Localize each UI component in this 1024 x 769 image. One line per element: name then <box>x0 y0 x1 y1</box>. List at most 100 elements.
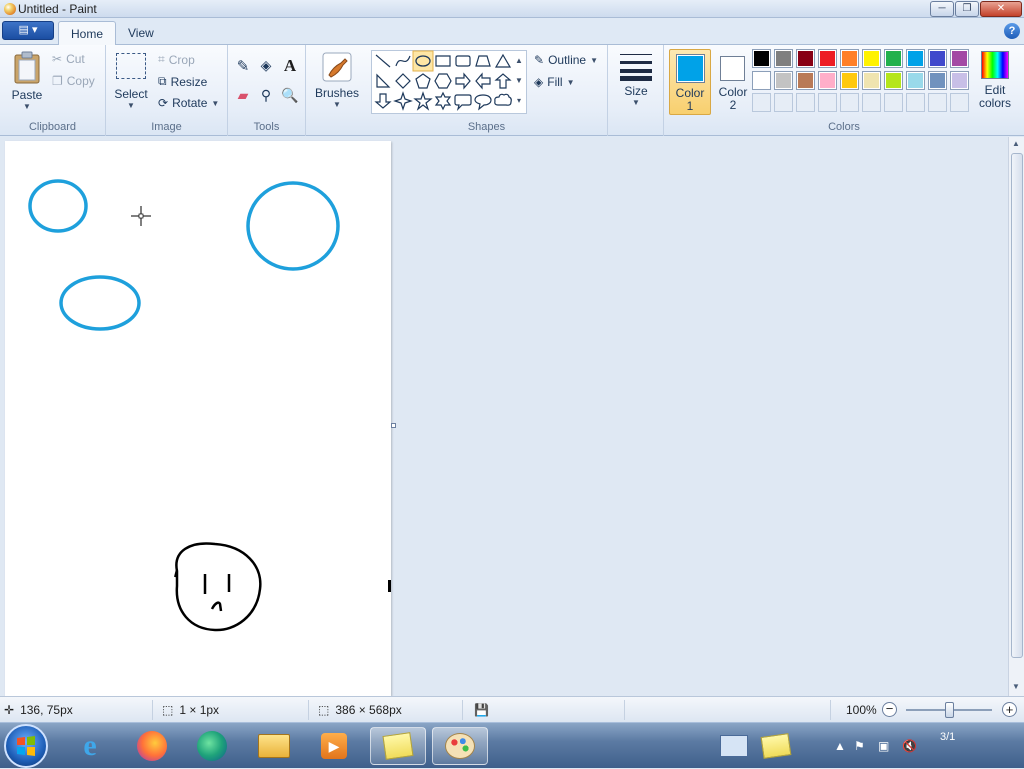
custom-color-slot[interactable] <box>818 93 837 112</box>
shapes-scroll[interactable]: ▲ ▼ ▾ <box>513 51 525 113</box>
copy-button[interactable]: ❐ Copy <box>52 74 95 88</box>
outline-button[interactable]: ✎ Outline ▼ <box>534 53 598 67</box>
custom-color-slot[interactable] <box>752 93 771 112</box>
paste-button[interactable]: Paste ▼ <box>8 51 46 117</box>
rounded-callout-shape-icon[interactable] <box>454 94 472 111</box>
tab-home[interactable]: Home <box>58 21 117 45</box>
size-button[interactable]: Size ▼ <box>618 51 654 117</box>
maximize-button[interactable]: ❐ <box>955 1 979 17</box>
drawing-canvas[interactable] <box>5 141 391 696</box>
eraser-icon[interactable]: ▰ <box>233 87 253 107</box>
palette-swatch[interactable] <box>752 71 771 90</box>
palette-swatch[interactable] <box>928 71 947 90</box>
four-point-star-shape-icon[interactable] <box>393 91 413 111</box>
system-clock[interactable]: 3/1 <box>940 729 955 745</box>
palette-swatch[interactable] <box>862 71 881 90</box>
palette-swatch[interactable] <box>928 49 947 68</box>
polygon-shape-icon[interactable] <box>475 55 491 67</box>
rotate-button[interactable]: ⟳ Rotate ▼ <box>158 96 219 110</box>
tray-sticky-notes-icon[interactable] <box>760 733 792 759</box>
palette-swatch[interactable] <box>818 49 837 68</box>
palette-swatch[interactable] <box>796 49 815 68</box>
line-shape-icon[interactable] <box>375 54 391 68</box>
vertical-scrollbar[interactable]: ▲ ▼ <box>1008 137 1024 696</box>
fill-bucket-icon[interactable]: ◈ <box>256 57 276 77</box>
down-arrow-shape-icon[interactable] <box>374 93 392 109</box>
six-point-star-shape-icon[interactable] <box>434 91 452 111</box>
curve-shape-icon[interactable] <box>395 55 411 67</box>
taskbar-sticky-notes[interactable] <box>370 727 426 765</box>
tray-window-icon[interactable] <box>720 735 748 757</box>
volume-muted-icon[interactable]: 🔇 <box>902 739 917 753</box>
minimize-button[interactable]: ─ <box>930 1 954 17</box>
color2-button[interactable]: Color 2 <box>712 49 754 115</box>
palette-swatch[interactable] <box>818 71 837 90</box>
taskbar-firefox[interactable] <box>124 727 180 765</box>
canvas-resize-handle-right[interactable] <box>391 423 396 428</box>
fill-button[interactable]: ◈ Fill ▼ <box>534 75 574 89</box>
help-icon[interactable]: ? <box>1004 23 1020 39</box>
cut-button[interactable]: ✂ Cut <box>52 52 85 66</box>
custom-color-slot[interactable] <box>796 93 815 112</box>
custom-color-slot[interactable] <box>950 93 969 112</box>
select-button[interactable]: Select ▼ <box>114 53 148 117</box>
rounded-rectangle-shape-icon[interactable] <box>455 55 471 67</box>
right-triangle-shape-icon[interactable] <box>376 73 391 88</box>
oval-callout-shape-icon[interactable] <box>474 94 492 111</box>
palette-swatch[interactable] <box>862 49 881 68</box>
show-hidden-icons[interactable]: ▲ <box>834 739 846 753</box>
up-arrow-shape-icon[interactable] <box>494 73 512 89</box>
scrollbar-thumb[interactable] <box>1011 153 1023 658</box>
scroll-up-icon[interactable]: ▲ <box>1012 139 1020 148</box>
palette-swatch[interactable] <box>884 71 903 90</box>
custom-color-slot[interactable] <box>774 93 793 112</box>
palette-swatch[interactable] <box>840 71 859 90</box>
palette-swatch[interactable] <box>884 49 903 68</box>
magnifier-icon[interactable]: 🔍 <box>280 87 300 107</box>
custom-color-slot[interactable] <box>906 93 925 112</box>
palette-swatch[interactable] <box>840 49 859 68</box>
color1-button[interactable]: Color 1 <box>669 49 711 115</box>
taskbar-edge[interactable] <box>184 727 240 765</box>
color-picker-icon[interactable]: ⚲ <box>256 87 276 107</box>
five-point-star-shape-icon[interactable] <box>413 91 433 111</box>
pentagon-shape-icon[interactable] <box>415 73 431 89</box>
palette-swatch[interactable] <box>774 49 793 68</box>
palette-swatch[interactable] <box>950 49 969 68</box>
network-icon[interactable]: ▣ <box>878 739 889 753</box>
triangle-shape-icon[interactable] <box>494 53 512 68</box>
left-arrow-shape-icon[interactable] <box>475 72 491 90</box>
action-center-flag-icon[interactable]: ⚑ <box>854 739 865 753</box>
resize-button[interactable]: ⧉ Resize <box>158 74 207 89</box>
edit-colors-button[interactable]: Edit colors <box>975 49 1015 115</box>
rectangle-shape-icon[interactable] <box>435 55 451 67</box>
scroll-down-icon[interactable]: ▼ <box>1012 682 1020 691</box>
taskbar-media-player[interactable]: ▶ <box>306 727 362 765</box>
canvas-resize-handle-marker[interactable] <box>388 580 391 592</box>
palette-swatch[interactable] <box>906 71 925 90</box>
cloud-callout-shape-icon[interactable] <box>494 93 512 106</box>
palette-swatch[interactable] <box>796 71 815 90</box>
custom-color-slot[interactable] <box>840 93 859 112</box>
hexagon-shape-icon[interactable] <box>434 73 452 89</box>
crop-button[interactable]: ⌗ Crop <box>158 52 195 67</box>
custom-color-slot[interactable] <box>928 93 947 112</box>
zoom-out-icon[interactable]: − <box>882 702 897 717</box>
palette-swatch[interactable] <box>752 49 771 68</box>
custom-color-slot[interactable] <box>884 93 903 112</box>
start-button[interactable] <box>4 724 48 768</box>
taskbar-internet-explorer[interactable]: e <box>62 727 118 765</box>
palette-swatch[interactable] <box>950 71 969 90</box>
palette-swatch[interactable] <box>774 71 793 90</box>
diamond-shape-icon[interactable] <box>395 73 411 89</box>
taskbar-file-explorer[interactable] <box>246 727 302 765</box>
custom-color-slot[interactable] <box>862 93 881 112</box>
text-tool-icon[interactable]: A <box>280 56 300 76</box>
close-button[interactable]: ✕ <box>980 1 1022 17</box>
palette-swatch[interactable] <box>906 49 925 68</box>
zoom-in-icon[interactable]: + <box>1002 702 1017 717</box>
paint-menu-button[interactable]: ▤ ▾ <box>2 21 54 40</box>
oval-shape-icon[interactable] <box>412 50 434 72</box>
taskbar-paint[interactable] <box>432 727 488 765</box>
zoom-slider-thumb[interactable] <box>945 702 954 718</box>
